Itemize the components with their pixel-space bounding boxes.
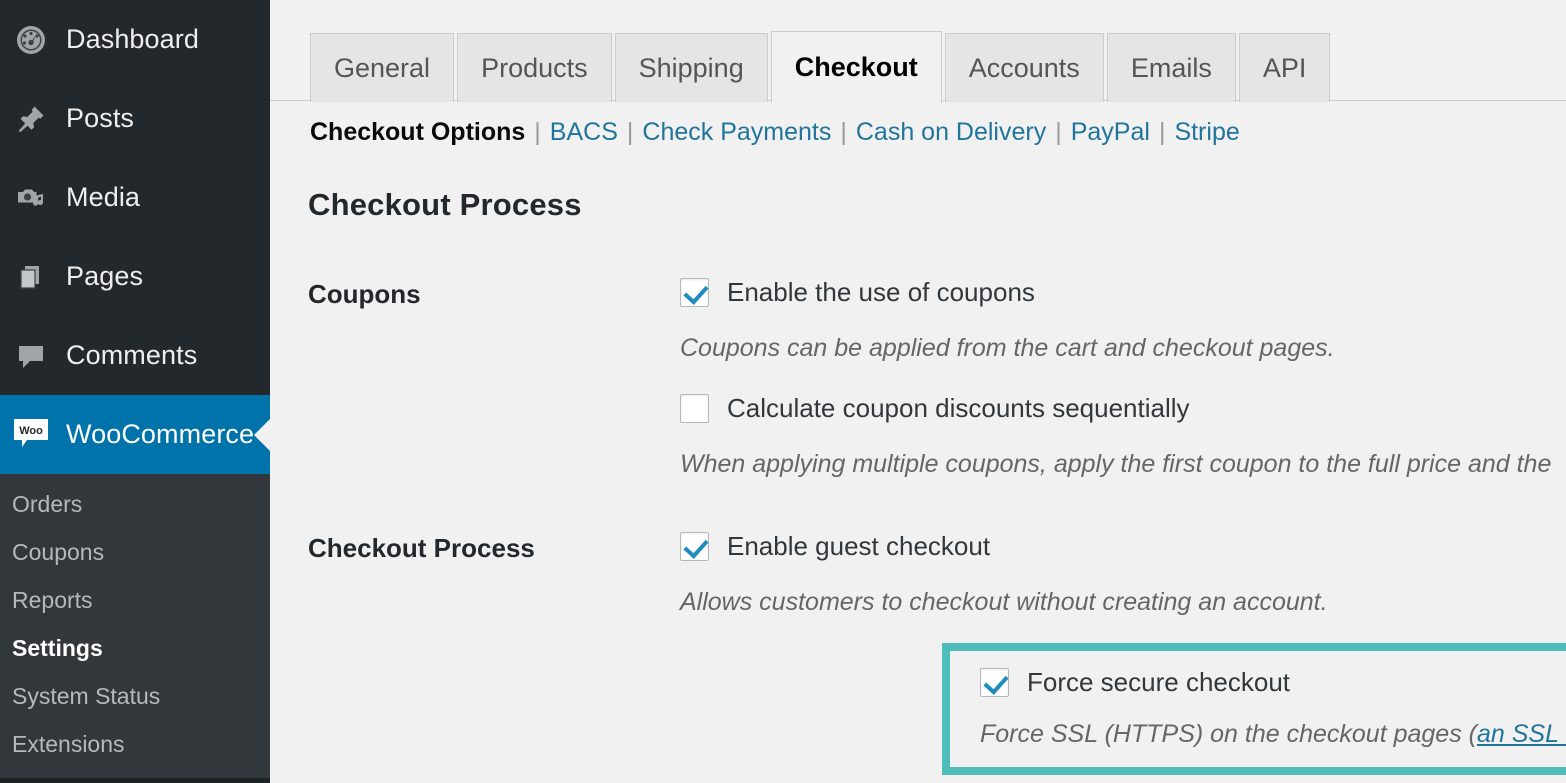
tab-shipping[interactable]: Shipping	[615, 33, 768, 102]
submenu-label: System Status	[12, 683, 160, 710]
tab-list: General Products Shipping Checkout Accou…	[310, 31, 1566, 102]
field-sequential-discounts[interactable]: Calculate coupon discounts sequentially	[680, 393, 1566, 424]
tab-general[interactable]: General	[310, 33, 454, 102]
subnav-separator: |	[525, 118, 550, 147]
tab-label: General	[334, 53, 430, 84]
sidebar-item-comments[interactable]: Comments	[0, 316, 270, 395]
submenu-label: Orders	[12, 491, 82, 518]
submenu-label: Extensions	[12, 731, 125, 758]
checkbox-sequential-discounts[interactable]	[680, 394, 709, 423]
tab-products[interactable]: Products	[457, 33, 612, 102]
sidebar-item-orders[interactable]: Orders	[0, 480, 270, 528]
tab-label: Products	[481, 53, 588, 84]
submenu-label: Reports	[12, 587, 93, 614]
field-enable-coupons[interactable]: Enable the use of coupons	[680, 277, 1566, 308]
woo-icon: Woo	[8, 412, 54, 458]
settings-row-coupons: Coupons Enable the use of coupons Coupon…	[270, 277, 1566, 479]
pages-icon	[8, 254, 54, 300]
sidebar-top-menu: Dashboard Posts	[0, 0, 270, 474]
tab-label: Checkout	[795, 52, 918, 83]
sidebar-item-label: WooCommerce	[66, 419, 254, 450]
checkbox-label: Force secure checkout	[1027, 667, 1290, 698]
subnav-link-cash-on-delivery[interactable]: Cash on Delivery	[856, 118, 1046, 147]
sidebar-item-posts[interactable]: Posts	[0, 79, 270, 158]
pin-icon	[8, 96, 54, 142]
sidebar-item-label: Posts	[66, 103, 134, 134]
checkout-subnav: Checkout Options | BACS | Check Payments…	[270, 118, 1566, 147]
woocommerce-submenu: Orders Coupons Reports Settings System S…	[0, 474, 270, 778]
page-title: Checkout Process	[270, 187, 1566, 223]
checkbox-force-secure-checkout[interactable]	[980, 668, 1009, 697]
sidebar-item-system-status[interactable]: System Status	[0, 672, 270, 720]
checkbox-enable-coupons[interactable]	[680, 278, 709, 307]
sidebar-item-label: Comments	[66, 340, 197, 371]
checkbox-label: Enable guest checkout	[727, 531, 990, 562]
sidebar-item-coupons[interactable]: Coupons	[0, 528, 270, 576]
submenu-label: Coupons	[12, 539, 104, 566]
sidebar-item-media[interactable]: Media	[0, 158, 270, 237]
sidebar-item-label: Pages	[66, 261, 143, 292]
help-text-sequential-discounts: When applying multiple coupons, apply th…	[680, 450, 1566, 479]
checkbox-label: Enable the use of coupons	[727, 277, 1035, 308]
comments-icon	[8, 333, 54, 379]
sidebar-item-products[interactable]: Products	[0, 778, 270, 783]
subnav-separator: |	[618, 118, 643, 147]
subnav-separator: |	[831, 118, 856, 147]
settings-row-label: Checkout Process	[308, 531, 680, 617]
submenu-label: Settings	[12, 635, 103, 662]
help-text-before: Force SSL (HTTPS) on the checkout pages …	[980, 720, 1477, 748]
sidebar-item-woocommerce[interactable]: Woo WooCommerce	[0, 395, 270, 474]
highlight-callout-force-secure-checkout: Force secure checkout Force SSL (HTTPS) …	[942, 643, 1566, 775]
wordpress-admin-screen: Dashboard Posts	[0, 0, 1566, 783]
tab-emails[interactable]: Emails	[1107, 33, 1236, 102]
tab-label: Shipping	[639, 53, 744, 84]
dashboard-icon	[8, 17, 54, 63]
tab-label: API	[1263, 53, 1307, 84]
sidebar-item-label: Media	[66, 182, 140, 213]
sidebar-item-dashboard[interactable]: Dashboard	[0, 0, 270, 79]
sidebar-item-reports[interactable]: Reports	[0, 576, 270, 624]
tab-checkout[interactable]: Checkout	[771, 31, 942, 103]
sidebar-item-settings[interactable]: Settings	[0, 624, 270, 672]
tab-label: Emails	[1131, 53, 1212, 84]
field-enable-guest-checkout[interactable]: Enable guest checkout	[680, 531, 1566, 562]
sidebar-item-extensions[interactable]: Extensions	[0, 720, 270, 768]
help-text-enable-guest-checkout: Allows customers to checkout without cre…	[680, 588, 1566, 617]
media-icon	[8, 175, 54, 221]
settings-tab-bar: General Products Shipping Checkout Accou…	[270, 0, 1566, 101]
help-text-force-secure-checkout: Force SSL (HTTPS) on the checkout pages …	[980, 720, 1566, 749]
svg-text:Woo: Woo	[19, 425, 43, 437]
subnav-link-check-payments[interactable]: Check Payments	[642, 118, 831, 147]
settings-row-label: Coupons	[308, 277, 680, 479]
subnav-link-paypal[interactable]: PayPal	[1071, 118, 1150, 147]
settings-row-fields: Enable the use of coupons Coupons can be…	[680, 277, 1566, 479]
tab-api[interactable]: API	[1239, 33, 1331, 102]
tab-label: Accounts	[969, 53, 1080, 84]
settings-main-panel: General Products Shipping Checkout Accou…	[270, 0, 1566, 783]
settings-row-checkout-process: Checkout Process Enable guest checkout A…	[270, 531, 1566, 617]
subnav-separator: |	[1046, 118, 1071, 147]
subnav-link-bacs[interactable]: BACS	[550, 118, 618, 147]
settings-row-fields: Enable guest checkout Allows customers t…	[680, 531, 1566, 617]
checkbox-label: Calculate coupon discounts sequentially	[727, 393, 1190, 424]
sidebar-item-pages[interactable]: Pages	[0, 237, 270, 316]
field-force-secure-checkout[interactable]: Force secure checkout	[980, 667, 1566, 698]
tab-accounts[interactable]: Accounts	[945, 33, 1104, 102]
ssl-certificate-link[interactable]: an SSL Certificate is required	[1477, 720, 1566, 748]
checkbox-enable-guest-checkout[interactable]	[680, 532, 709, 561]
admin-sidebar: Dashboard Posts	[0, 0, 270, 783]
help-text-enable-coupons: Coupons can be applied from the cart and…	[680, 334, 1566, 363]
subnav-current-checkout-options[interactable]: Checkout Options	[310, 118, 525, 147]
sidebar-item-label: Dashboard	[66, 24, 199, 55]
subnav-link-stripe[interactable]: Stripe	[1174, 118, 1239, 147]
subnav-separator: |	[1150, 118, 1175, 147]
highlight-content: Force secure checkout Force SSL (HTTPS) …	[950, 651, 1566, 749]
